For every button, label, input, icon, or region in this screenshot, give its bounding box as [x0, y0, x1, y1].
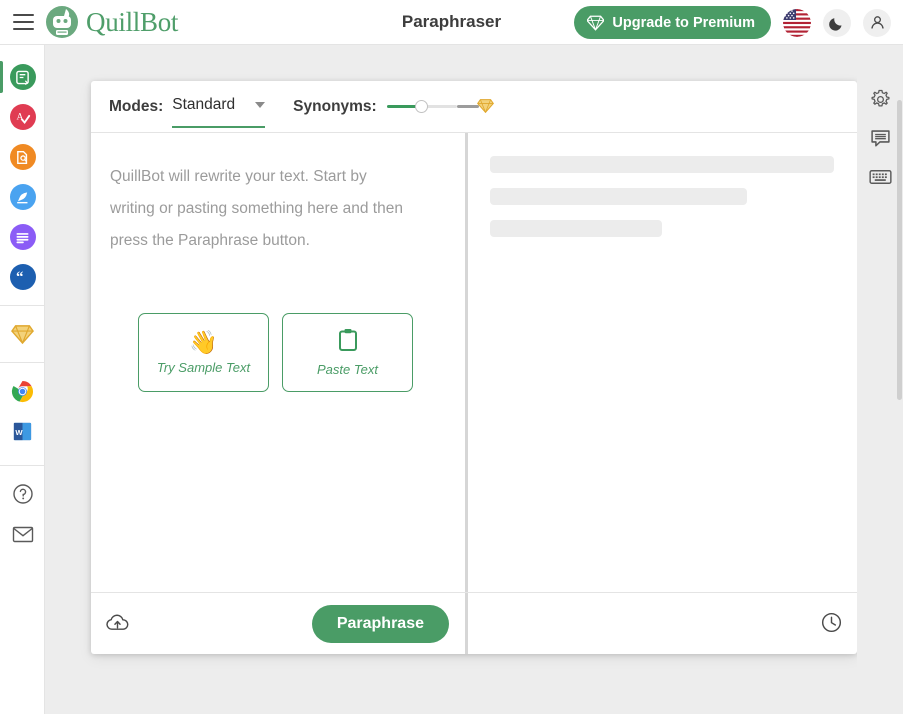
footer-left: Paraphrase [91, 593, 465, 655]
sidebar-divider [0, 362, 44, 363]
skeleton-row [490, 220, 662, 237]
mode-dropdown[interactable]: Standard [172, 96, 266, 128]
account-icon[interactable] [863, 8, 891, 37]
sidebar-item-help[interactable] [0, 474, 45, 514]
gear-icon [870, 89, 890, 107]
try-sample-text-button[interactable]: 👋 Try Sample Text [138, 313, 269, 392]
footer-right [468, 593, 857, 655]
cloud-upload-icon [105, 614, 128, 630]
top-bar-actions: Upgrade to Premium [574, 0, 891, 45]
sidebar-divider [0, 465, 45, 466]
svg-text:“: “ [16, 270, 24, 286]
diamond-icon [587, 15, 605, 31]
sidebar-bottom-group [0, 457, 45, 554]
svg-text:W: W [15, 427, 23, 436]
hamburger-line [12, 21, 34, 23]
grammar-check-icon: A [9, 104, 36, 130]
mode-active-underline [172, 125, 266, 128]
hamburger-menu-icon[interactable] [8, 7, 38, 37]
skeleton-row [490, 188, 747, 205]
sidebar-item-chrome-extension[interactable] [0, 371, 45, 411]
slider-premium-track [456, 104, 479, 108]
keyboard-icon [868, 170, 892, 184]
left-sidebar: A “ W [0, 45, 45, 714]
gold-diamond-icon[interactable] [476, 98, 494, 114]
keyboard-shortcuts-button[interactable] [866, 163, 894, 191]
hamburger-line [12, 28, 34, 30]
synonyms-slider[interactable] [386, 97, 494, 117]
synonyms-label: Synonyms: [293, 97, 377, 115]
us-flag-icon[interactable] [783, 8, 811, 37]
sidebar-item-summarizer[interactable] [0, 217, 45, 257]
microsoft-word-icon: W [13, 422, 32, 440]
sidebar-item-premium[interactable] [0, 314, 45, 354]
settings-button[interactable] [866, 85, 894, 113]
paraphraser-icon [9, 64, 36, 90]
input-pane[interactable]: QuillBot will rewrite your text. Start b… [91, 133, 465, 592]
moon-icon[interactable] [823, 8, 851, 37]
sidebar-item-word-addin[interactable]: W [0, 411, 45, 451]
plagiarism-search-icon [9, 144, 36, 170]
chrome-icon [11, 380, 34, 402]
quill-pen-icon [9, 184, 36, 210]
top-bar: QuillBot Paraphraser Upgrade to Premium [0, 0, 903, 45]
hamburger-line [12, 14, 34, 16]
help-circle-icon [12, 484, 33, 504]
feedback-button[interactable] [866, 124, 894, 152]
sidebar-item-paraphraser[interactable] [0, 57, 45, 97]
sidebar-item-contact[interactable] [0, 514, 45, 554]
history-button[interactable] [817, 609, 845, 637]
moon-glyph [829, 17, 842, 31]
paste-text-button[interactable]: Paste Text [282, 313, 413, 392]
upgrade-to-premium-button[interactable]: Upgrade to Premium [574, 6, 771, 39]
clipboard-icon [337, 328, 359, 356]
sidebar-divider [0, 305, 44, 306]
clock-history-icon [821, 612, 841, 633]
sidebar-item-citation-generator[interactable]: “ [0, 257, 45, 297]
summarizer-lines-icon [9, 224, 36, 250]
paraphraser-toolbar: Modes: Standard Synonyms: [91, 81, 857, 133]
paraphrase-button[interactable]: Paraphrase [311, 604, 449, 643]
skeleton-row [490, 156, 834, 173]
mode-dropdown-value: Standard [172, 96, 236, 113]
brand-logo[interactable]: QuillBot [45, 5, 178, 39]
quillbot-robot-logo-icon [46, 6, 78, 38]
chevron-down-icon [255, 102, 266, 108]
slider-thumb[interactable] [414, 99, 428, 113]
sidebar-item-co-writer[interactable] [0, 177, 45, 217]
try-sample-text-label: Try Sample Text [156, 359, 251, 375]
output-pane [468, 133, 857, 592]
sidebar-item-grammar-checker[interactable]: A [0, 97, 45, 137]
sidebar-item-plagiarism-checker[interactable] [0, 137, 45, 177]
waving-hand-icon: 👋 [189, 328, 218, 355]
upload-document-button[interactable] [103, 609, 131, 637]
workspace: Modes: Standard Synonyms: QuillBot will … [45, 45, 903, 714]
input-placeholder: QuillBot will rewrite your text. Start b… [110, 168, 403, 249]
quotation-marks-icon: “ [9, 264, 36, 290]
quick-actions: 👋 Try Sample Text Paste Text [138, 313, 413, 392]
paste-text-label: Paste Text [317, 362, 378, 377]
paraphraser-card: Modes: Standard Synonyms: QuillBot will … [91, 81, 857, 654]
brand-name: QuillBot [86, 6, 179, 37]
comment-bubble-icon [870, 129, 890, 147]
vertical-scrollbar[interactable] [897, 100, 902, 400]
modes-label: Modes: [109, 97, 164, 115]
person-glyph [870, 16, 884, 29]
card-body: QuillBot will rewrite your text. Start b… [91, 133, 857, 592]
envelope-icon [12, 526, 33, 542]
gold-diamond-icon [11, 324, 34, 344]
upgrade-button-label: Upgrade to Premium [612, 14, 755, 31]
card-footer: Paraphrase [91, 592, 857, 654]
